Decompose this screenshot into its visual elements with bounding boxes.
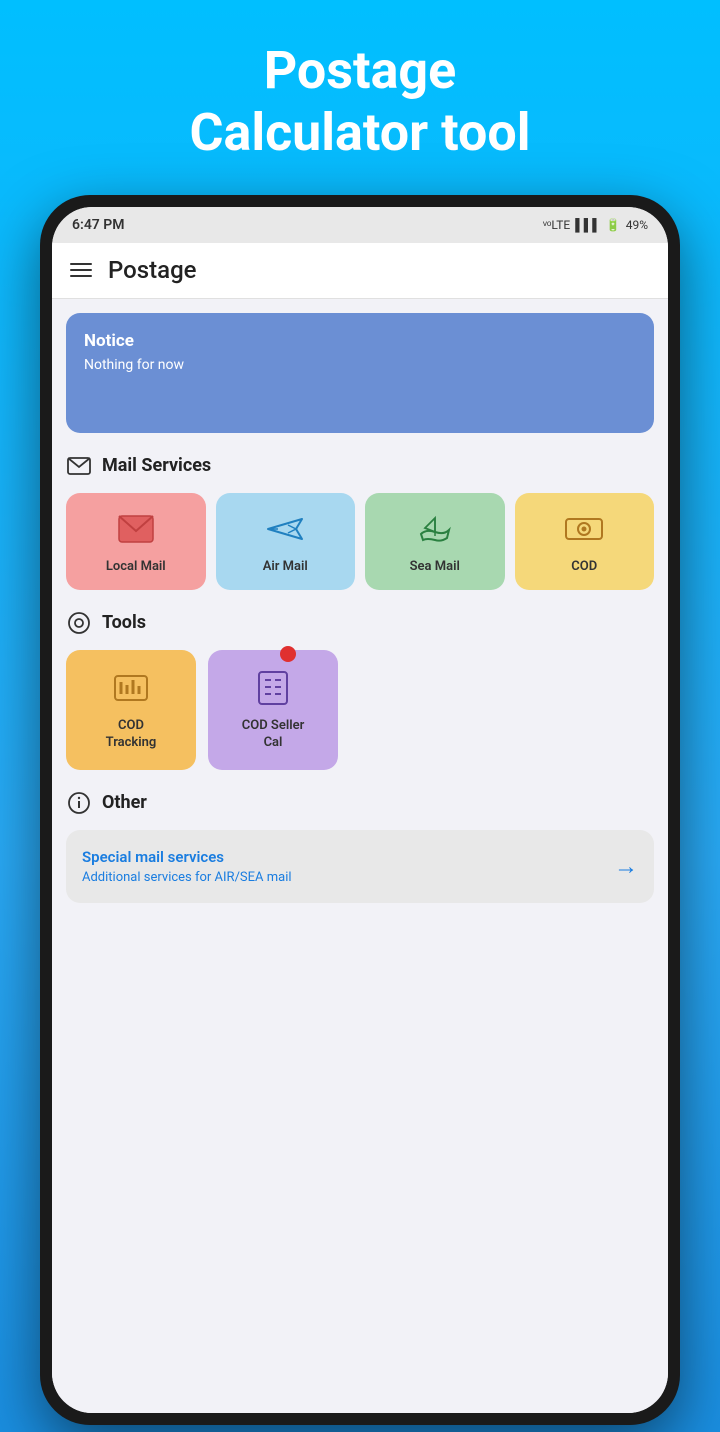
hero-title-line1: Postage xyxy=(264,40,456,101)
arrow-right-icon: → xyxy=(614,852,638,881)
tools-header: Tools xyxy=(66,610,654,636)
info-icon xyxy=(66,790,92,816)
battery-icon: 🔋 xyxy=(606,218,621,232)
other-title: Other xyxy=(102,792,147,813)
special-mail-subtitle: Additional services for AIR/SEA mail xyxy=(82,870,292,885)
phone-frame: 6:47 PM ᵛᵒLTE ▌▌▌ 🔋 49% Postage Notice N… xyxy=(40,195,680,1425)
local-mail-icon xyxy=(116,509,156,549)
cod-tracking-label: CODTracking xyxy=(106,718,157,752)
sea-mail-card[interactable]: Sea Mail xyxy=(365,493,505,590)
signal-icon: ▌▌▌ xyxy=(575,218,601,232)
notice-body: Nothing for now xyxy=(84,357,636,373)
air-mail-card[interactable]: Air Mail xyxy=(216,493,356,590)
special-mail-text: Special mail services Additional service… xyxy=(82,848,292,885)
local-mail-label: Local Mail xyxy=(106,559,166,574)
notice-title: Notice xyxy=(84,331,636,351)
cod-tracking-icon xyxy=(111,668,151,708)
tools-icon xyxy=(66,610,92,636)
cod-icon xyxy=(564,509,604,549)
air-mail-icon xyxy=(265,509,305,549)
mail-services-grid: Local Mail Air Mail xyxy=(66,493,654,590)
app-header: Postage xyxy=(52,243,668,299)
tools-title: Tools xyxy=(102,612,146,633)
lte-icon: ᵛᵒLTE xyxy=(543,218,570,232)
special-mail-card[interactable]: Special mail services Additional service… xyxy=(66,830,654,903)
cod-label: COD xyxy=(571,559,597,574)
mail-icon xyxy=(66,453,92,479)
sea-mail-icon xyxy=(415,509,455,549)
hero-title-line2: Calculator tool xyxy=(189,102,530,163)
cod-seller-label: COD SellerCal xyxy=(242,718,305,752)
other-header: Other xyxy=(66,790,654,816)
hero-title: Postage Calculator tool xyxy=(189,40,530,165)
menu-button[interactable] xyxy=(70,263,92,277)
cod-seller-icon xyxy=(253,668,293,708)
app-title: Postage xyxy=(108,256,197,284)
status-bar: 6:47 PM ᵛᵒLTE ▌▌▌ 🔋 49% xyxy=(52,207,668,243)
air-mail-label: Air Mail xyxy=(263,559,308,574)
status-icons: ᵛᵒLTE ▌▌▌ 🔋 49% xyxy=(543,218,648,232)
status-time: 6:47 PM xyxy=(72,217,125,233)
app-content: Notice Nothing for now Mail Services xyxy=(52,299,668,1413)
mail-services-title: Mail Services xyxy=(102,455,211,476)
battery-percent: 49% xyxy=(626,218,648,232)
notification-dot xyxy=(280,646,296,662)
sea-mail-label: Sea Mail xyxy=(410,559,460,574)
other-section: Other Special mail services Additional s… xyxy=(66,790,654,903)
cod-seller-card[interactable]: COD SellerCal xyxy=(208,650,338,770)
tools-grid: CODTracking xyxy=(66,650,654,770)
cod-tracking-card[interactable]: CODTracking xyxy=(66,650,196,770)
special-mail-title: Special mail services xyxy=(82,848,292,866)
notice-card: Notice Nothing for now xyxy=(66,313,654,433)
phone-screen: 6:47 PM ᵛᵒLTE ▌▌▌ 🔋 49% Postage Notice N… xyxy=(52,207,668,1413)
local-mail-card[interactable]: Local Mail xyxy=(66,493,206,590)
cod-card[interactable]: COD xyxy=(515,493,655,590)
mail-services-header: Mail Services xyxy=(66,453,654,479)
